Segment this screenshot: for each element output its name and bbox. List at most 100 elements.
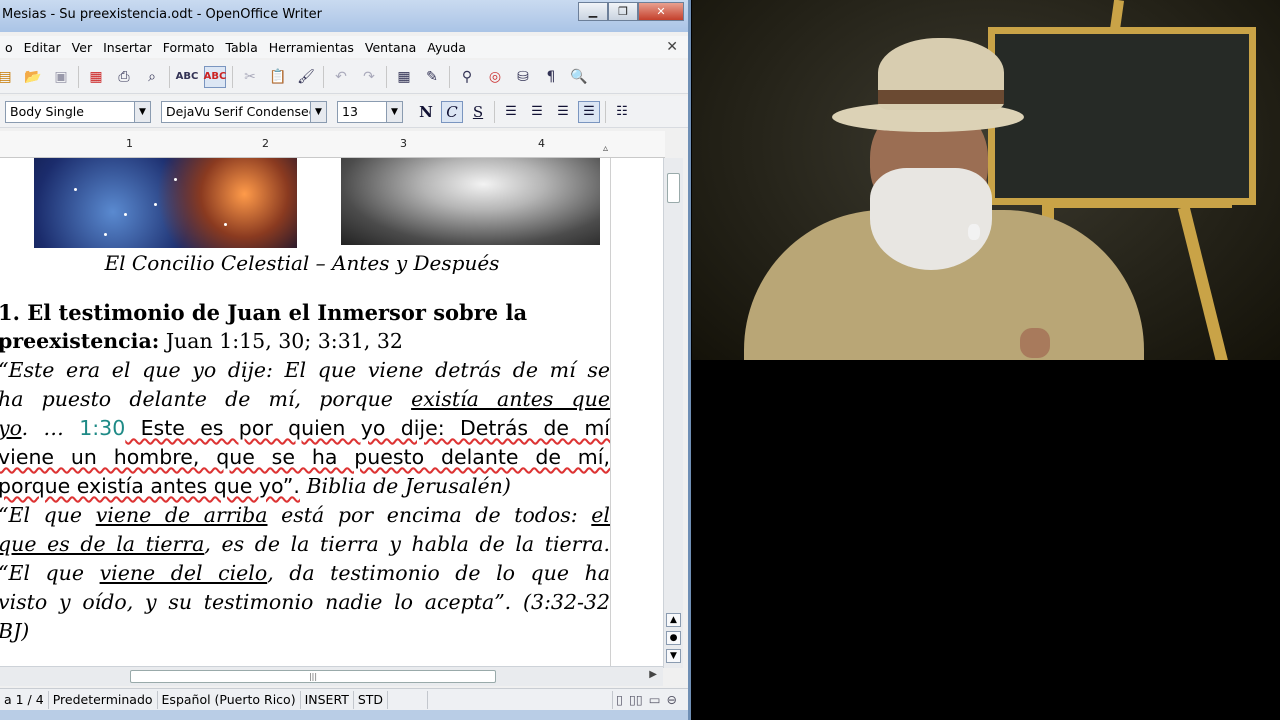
status-insert-mode[interactable]: INSERT [301, 690, 354, 709]
spellcheck-icon[interactable]: ABC [176, 66, 199, 88]
save-icon[interactable]: ▣ [50, 66, 72, 88]
toolbar-separator [494, 100, 495, 123]
italic-button[interactable]: C [441, 100, 463, 123]
speaker-beard [870, 168, 992, 270]
toolbar-separator [232, 65, 233, 88]
font-name-value: DejaVu Serif Condensed [166, 103, 317, 119]
toolbar-separator [386, 65, 387, 88]
blackboard [988, 27, 1256, 205]
image-heavenly-council-before[interactable] [34, 158, 297, 248]
print-icon[interactable]: ⎙ [113, 66, 135, 88]
toolbar-separator [169, 65, 170, 88]
cut-icon[interactable]: ✂ [239, 66, 261, 88]
menu-ver[interactable]: Ver [67, 40, 98, 55]
font-name-select[interactable]: DejaVu Serif Condensed ▼ [161, 100, 327, 123]
chevron-down-icon[interactable]: ▼ [386, 101, 402, 122]
open-icon[interactable]: 📂 [22, 66, 44, 88]
quote-line: “Este era el que yo dije: El que viene d… [0, 358, 610, 382]
align-justify-icon[interactable]: ☰ [578, 100, 600, 123]
navigation-icon[interactable]: ● [666, 631, 681, 645]
numbering-icon[interactable]: ☷ [611, 101, 633, 123]
find-icon[interactable]: ⚲ [456, 66, 478, 88]
horizontal-scrollbar[interactable]: ||| ▶ [0, 666, 663, 686]
title-bar[interactable]: Mesias - Su preexistencia.odt - OpenOffi… [0, 0, 688, 32]
autospell-icon[interactable]: ABC [204, 65, 226, 88]
paste-icon[interactable]: 📋 [267, 66, 289, 88]
menu-insertar[interactable]: Insertar [98, 40, 158, 55]
horizontal-scroll-thumb[interactable]: ||| [130, 670, 496, 683]
nonprinting-icon[interactable]: ¶ [540, 66, 562, 88]
ruler-tick: 3 [400, 137, 407, 150]
menu-ventana[interactable]: Ventana [360, 40, 422, 55]
chevron-down-icon[interactable]: ▼ [134, 101, 150, 122]
scroll-right-icon[interactable]: ▶ [649, 669, 657, 680]
undo-icon[interactable]: ↶ [330, 66, 352, 88]
zoom-icon[interactable]: 🔍 [568, 66, 590, 88]
next-page-icon[interactable]: ▼ [666, 649, 681, 663]
pdf-icon[interactable]: ▦ [85, 66, 107, 88]
menu-formato[interactable]: Formato [158, 40, 221, 55]
easel-tray [1042, 200, 1232, 208]
menu-tabla[interactable]: Tabla [220, 40, 263, 55]
standard-toolbar: ▤ 📂 ▣ ▦ ⎙ ⌕ ABC ABC ✂ 📋 🖌 ↶ ↷ ▦ ✎ ⚲ ◎ ⛁ … [0, 60, 688, 94]
quote-line: BJ) [0, 619, 30, 643]
paragraph-style-select[interactable]: Body Single ▼ [5, 100, 151, 123]
horizontal-ruler[interactable]: 1 2 3 4 ▵ [0, 131, 665, 158]
underline-button[interactable]: S [467, 101, 489, 123]
minimize-button[interactable]: ▁ [578, 2, 608, 21]
previous-page-icon[interactable]: ▲ [666, 613, 681, 627]
menu-archivo[interactable]: o [0, 40, 19, 55]
document-close-icon[interactable]: ✕ [666, 39, 678, 55]
preview-icon[interactable]: ⌕ [141, 66, 163, 88]
quote-line: “El que viene de arriba está por encima … [0, 503, 610, 527]
menu-herramientas[interactable]: Herramientas [264, 40, 360, 55]
navigator-icon[interactable]: ◎ [484, 66, 506, 88]
datasource-icon[interactable]: ⛁ [512, 66, 534, 88]
ruler-tick: 1 [126, 137, 133, 150]
vertical-scrollbar[interactable]: ▲ ● ▼ [663, 158, 683, 668]
zoom-out-icon[interactable]: ⊖ [664, 692, 680, 707]
quote-line: viene un hombre, que se ha puesto delant… [0, 445, 610, 469]
status-language[interactable]: Español (Puerto Rico) [158, 690, 301, 709]
view-book-icon[interactable]: ▭ [646, 692, 664, 707]
quote-line: que es de la tierra, es de la tierra y h… [0, 532, 610, 556]
align-left-icon[interactable]: ☰ [500, 101, 522, 123]
view-single-page-icon[interactable]: ▯ [613, 692, 626, 707]
maximize-button[interactable]: ❐ [608, 2, 638, 21]
chevron-down-icon[interactable]: ▼ [310, 101, 326, 122]
formatting-toolbar: Body Single ▼ DejaVu Serif Condensed ▼ 1… [0, 96, 688, 128]
quote-line: porque existía antes que yo”. Biblia de … [0, 474, 511, 498]
status-signature[interactable] [388, 690, 429, 709]
new-icon[interactable]: ▤ [0, 66, 16, 88]
redo-icon[interactable]: ↷ [358, 66, 380, 88]
image-heavenly-council-after[interactable] [341, 158, 600, 245]
heading-line: 1. El testimonio de Juan el Inmersor sob… [0, 300, 528, 325]
menu-editar[interactable]: Editar [19, 40, 67, 55]
quote-line: yo. … 1:30 Este es por quien yo dije: De… [0, 416, 610, 440]
vertical-scroll-thumb[interactable] [667, 173, 680, 203]
writer-window: Mesias - Su preexistencia.odt - OpenOffi… [0, 0, 691, 720]
image-caption: El Concilio Celestial – Antes y Después [104, 251, 500, 275]
paragraph-style-value: Body Single [10, 103, 84, 119]
close-button[interactable]: ✕ [638, 2, 684, 21]
status-page[interactable]: a 1 / 4 [0, 690, 49, 709]
align-center-icon[interactable]: ☰ [526, 101, 548, 123]
hat-band [878, 90, 1004, 104]
document-area[interactable]: El Concilio Celestial – Antes y Después … [0, 158, 663, 668]
status-page-style[interactable]: Predeterminado [49, 690, 158, 709]
format-paintbrush-icon[interactable]: 🖌 [295, 66, 317, 88]
document-text: El Concilio Celestial – Antes y Después … [0, 244, 612, 646]
menu-ayuda[interactable]: Ayuda [422, 40, 472, 55]
font-size-select[interactable]: 13 ▼ [337, 100, 403, 123]
bold-button[interactable]: N [415, 101, 437, 123]
draw-icon[interactable]: ✎ [421, 66, 443, 88]
webcam-video [692, 0, 1280, 360]
indent-marker-icon[interactable]: ▵ [603, 143, 608, 154]
font-size-value: 13 [342, 103, 358, 119]
align-right-icon[interactable]: ☰ [552, 101, 574, 123]
toolbar-separator [449, 65, 450, 88]
status-selection-mode[interactable]: STD [354, 690, 389, 709]
window-title: Mesias - Su preexistencia.odt - OpenOffi… [2, 7, 322, 22]
table-icon[interactable]: ▦ [393, 66, 415, 88]
view-multi-page-icon[interactable]: ▯▯ [626, 692, 646, 707]
